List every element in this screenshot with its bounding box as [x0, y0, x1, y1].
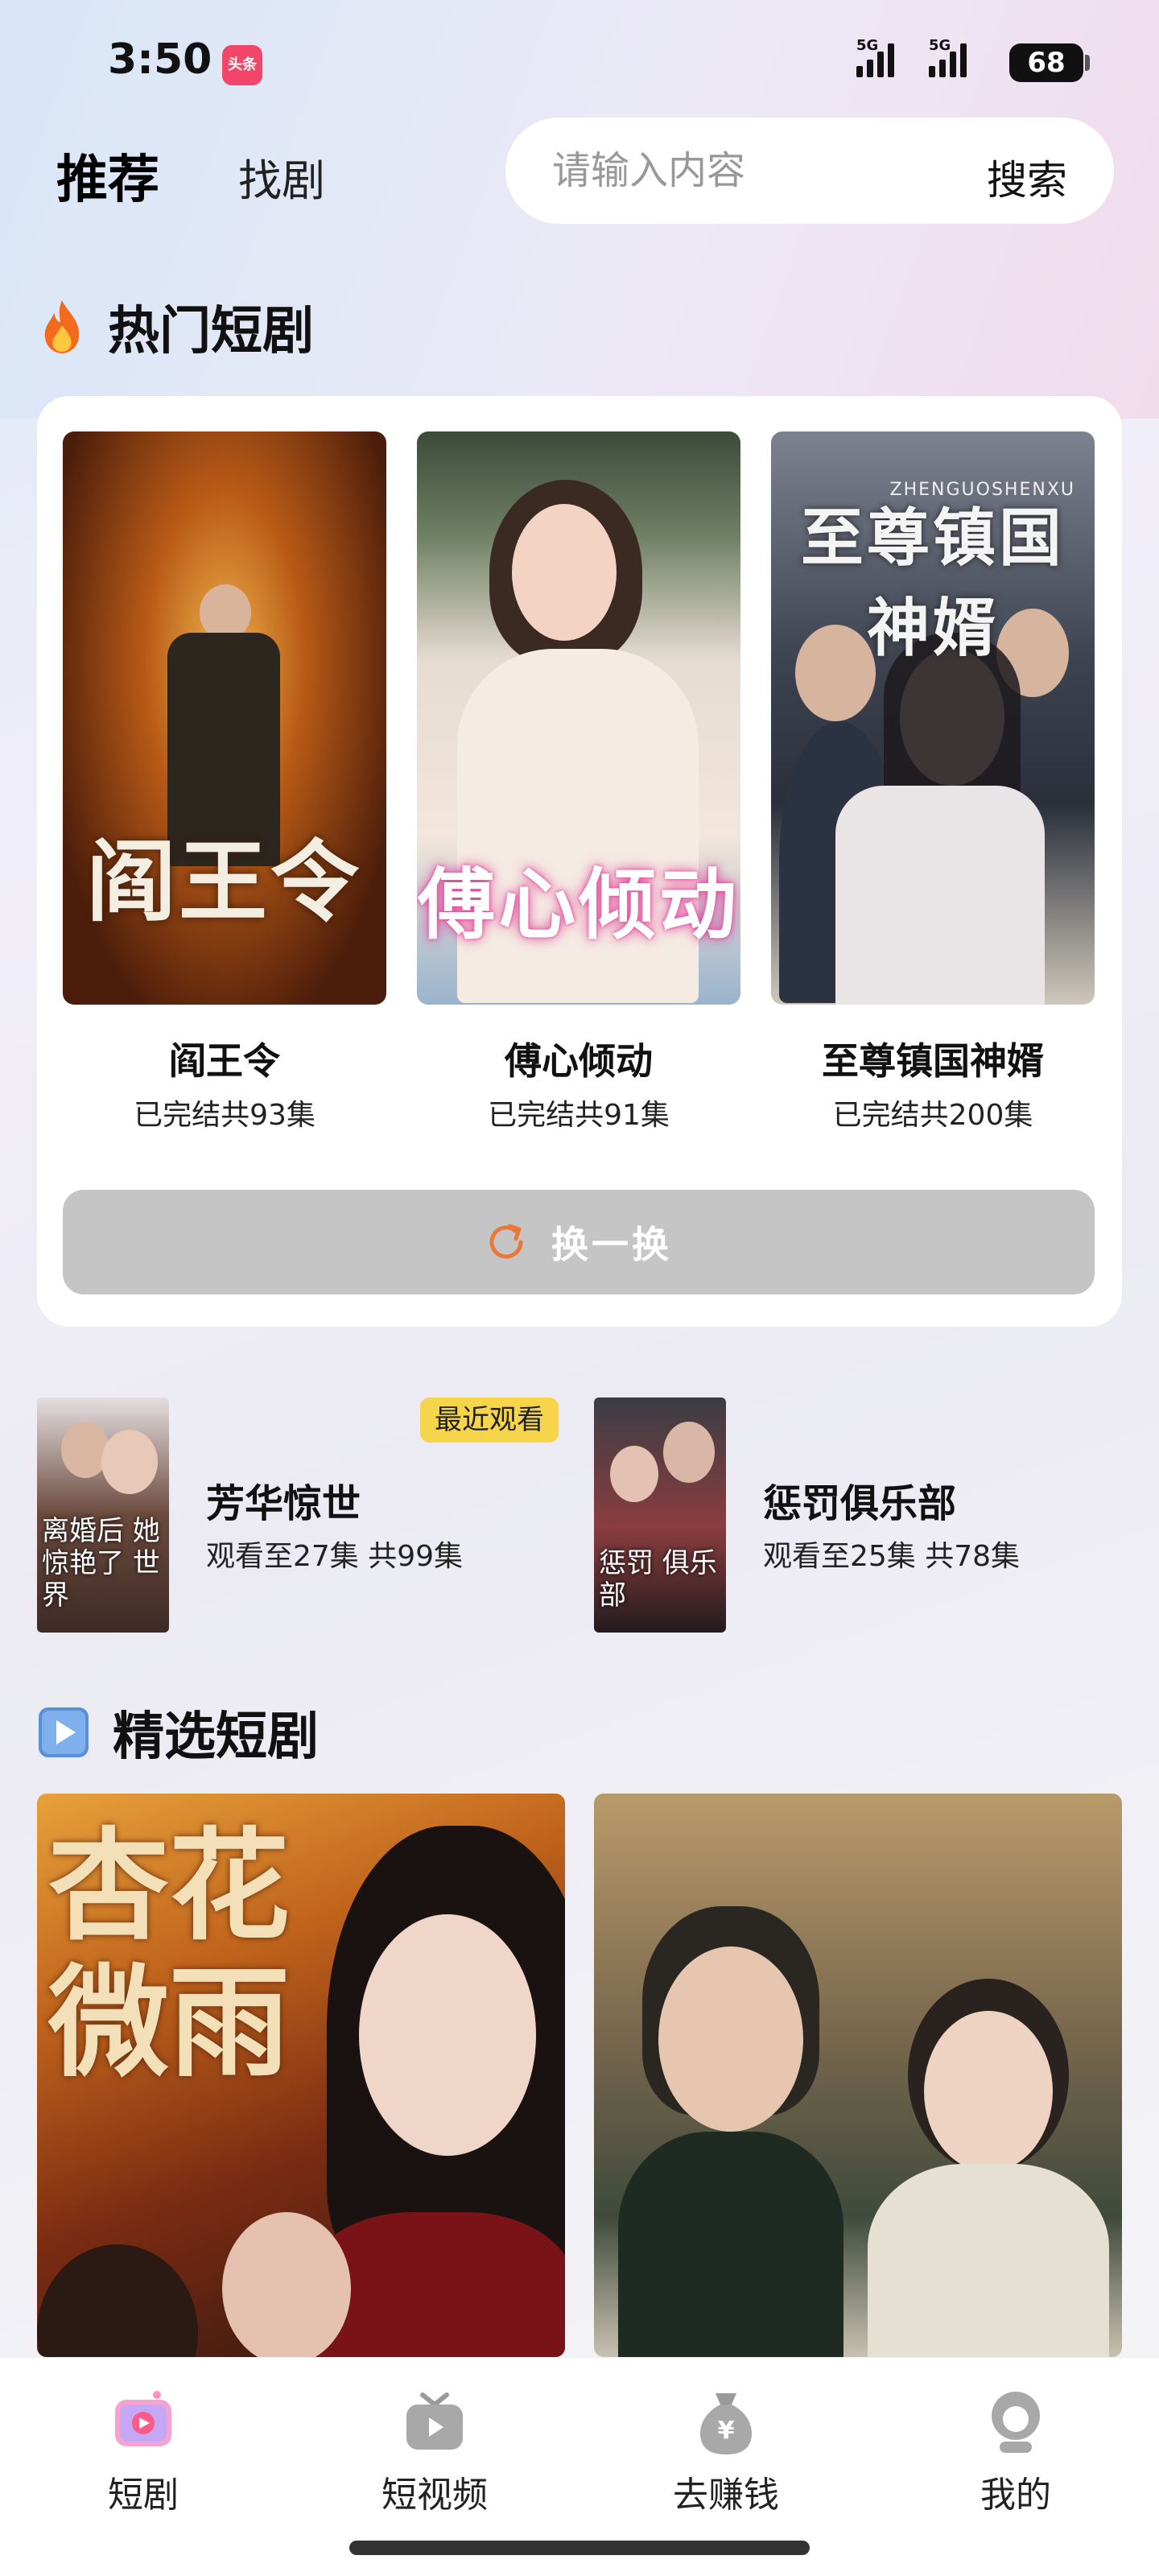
- hot-drama-card: 阎王令 傅心倾动 ZHENGUOSHENXU 至尊镇国神婿 阎王令 已完结共93…: [37, 396, 1122, 1327]
- drama-episode-info: 已完结共200集: [832, 1099, 1033, 1132]
- drama-title[interactable]: 至尊镇国神婿: [771, 1032, 1095, 1085]
- nav-label: 短剧: [108, 2475, 179, 2516]
- refresh-icon: [489, 1224, 523, 1259]
- featured-section-header: 精选短剧: [37, 1695, 319, 1769]
- feature-title-art: 杏花微雨: [48, 1815, 291, 2094]
- nav-label: 短视频: [382, 2475, 488, 2516]
- money-bag-icon: ¥: [700, 2393, 752, 2454]
- section-title: 精选短剧: [113, 1707, 319, 1767]
- recent-progress: 观看至25集 共78集: [763, 1540, 1021, 1573]
- status-bar: 3:50 头条 5G 5G 68: [0, 0, 1159, 121]
- short-drama-icon: [115, 2391, 171, 2446]
- refresh-label: 换一换: [551, 1223, 672, 1266]
- recent-watch-item[interactable]: 离婚后 她惊艳了 世界 最近观看 芳华惊世 观看至27集 共99集: [37, 1397, 568, 1633]
- nav-short-drama[interactable]: 短剧: [63, 2387, 224, 2517]
- nav-earn-money[interactable]: ¥ 去赚钱: [645, 2387, 806, 2517]
- battery-icon: 68: [1009, 43, 1083, 82]
- recent-cover: 离婚后 她惊艳了 世界: [37, 1397, 169, 1633]
- tab-recommend[interactable]: 推荐: [56, 138, 159, 213]
- featured-drama-card[interactable]: [594, 1794, 1122, 2357]
- poster-title: 傅心倾动: [418, 860, 740, 950]
- recent-title: 芳华惊世: [206, 1481, 361, 1526]
- drama-title[interactable]: 阎王令: [63, 1032, 386, 1085]
- signal-icon: 5G: [929, 37, 967, 77]
- drama-poster[interactable]: 傅心倾动: [417, 431, 740, 1005]
- cover-text: 惩罚 俱乐部: [599, 1547, 717, 1612]
- drama-episode-info: 已完结共93集: [134, 1099, 316, 1132]
- recently-watched-badge: 最近观看: [420, 1397, 559, 1443]
- recent-progress: 观看至27集 共99集: [206, 1540, 464, 1573]
- svg-text:¥: ¥: [718, 2417, 735, 2445]
- fire-icon: [44, 300, 80, 353]
- nav-label: 我的: [980, 2475, 1051, 2516]
- search-bar[interactable]: 搜索: [505, 118, 1114, 224]
- home-indicator: [349, 2541, 810, 2555]
- recent-cover: 惩罚 俱乐部: [594, 1397, 726, 1633]
- play-icon: [39, 1707, 89, 1757]
- search-input[interactable]: [552, 147, 955, 195]
- drama-poster[interactable]: 阎王令: [63, 431, 386, 1005]
- featured-drama-card[interactable]: 杏花微雨: [37, 1794, 565, 2357]
- poster-title: 至尊镇国神婿: [800, 502, 1065, 665]
- battery-tip: [1085, 55, 1090, 71]
- hot-section-header: 热门短剧: [39, 290, 314, 364]
- tv-icon: [406, 2392, 463, 2450]
- nav-profile[interactable]: 我的: [935, 2387, 1096, 2517]
- toutiao-app-icon: 头条: [222, 45, 262, 85]
- signal-icon: 5G: [856, 37, 894, 77]
- drama-title[interactable]: 傅心倾动: [417, 1032, 740, 1085]
- cover-text: 离婚后 她惊艳了 世界: [42, 1515, 160, 1612]
- profile-icon: [992, 2392, 1040, 2453]
- status-time: 3:50: [108, 35, 212, 84]
- network-type: 5G: [929, 37, 951, 54]
- recent-title: 惩罚俱乐部: [763, 1481, 957, 1526]
- search-button[interactable]: 搜索: [987, 148, 1067, 206]
- nav-short-video[interactable]: 短视频: [354, 2387, 515, 2517]
- recent-watch-item[interactable]: 惩罚 俱乐部 惩罚俱乐部 观看至25集 共78集: [594, 1397, 1125, 1633]
- tab-find-drama[interactable]: 找剧: [238, 145, 325, 208]
- network-type: 5G: [856, 37, 879, 54]
- nav-label: 去赚钱: [673, 2475, 779, 2516]
- poster-title: 阎王令: [87, 830, 362, 934]
- refresh-button[interactable]: 换一换: [63, 1190, 1095, 1294]
- drama-episode-info: 已完结共91集: [488, 1099, 670, 1132]
- drama-poster[interactable]: ZHENGUOSHENXU 至尊镇国神婿: [771, 431, 1095, 1005]
- section-title: 热门短剧: [108, 302, 314, 361]
